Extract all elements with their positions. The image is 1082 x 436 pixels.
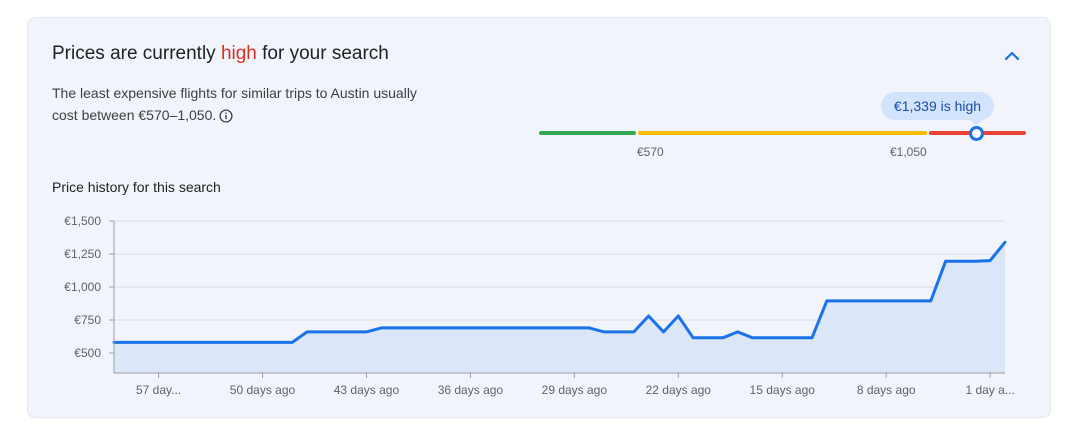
price-history-title: Price history for this search [52, 179, 221, 195]
y-tick-label: €750 [74, 313, 101, 327]
x-tick-label: 36 days ago [438, 383, 504, 397]
y-tick-label: €1,000 [64, 280, 101, 294]
x-tick-label: 50 days ago [230, 383, 296, 397]
x-tick-label: 15 days ago [750, 383, 816, 397]
x-tick-label: 29 days ago [542, 383, 608, 397]
title-suffix: for your search [256, 43, 389, 64]
y-tick-label: €1,250 [64, 247, 101, 261]
summary-range-text: cost between €570–1,050. [52, 107, 217, 123]
x-tick-label: 8 days ago [857, 383, 916, 397]
info-icon[interactable] [219, 109, 233, 123]
title-highlight: high [220, 43, 257, 64]
current-price-marker[interactable] [969, 126, 984, 141]
title-prefix: Prices are currently [52, 43, 221, 64]
summary-line-1: The least expensive flights for similar … [52, 85, 417, 101]
chevron-up-icon [1004, 51, 1020, 61]
y-tick-label: €500 [74, 346, 101, 360]
y-tick-label: €1,500 [64, 214, 101, 228]
price-history-chart: €500 €750 €1,000 €1,250 €1,500 57 day... 50 da… [64, 214, 1015, 397]
summary-line-2: cost between €570–1,050. [52, 104, 452, 126]
x-tick-label: 1 day a... [965, 383, 1014, 397]
price-summary: The least expensive flights for similar … [52, 82, 452, 126]
x-tick-label: 22 days ago [646, 383, 712, 397]
price-area [114, 242, 1005, 373]
x-tick-label: 57 day... [136, 383, 181, 397]
x-tick-label: 43 days ago [334, 383, 400, 397]
price-status-title: Prices are currently high for your searc… [52, 43, 389, 65]
collapse-button[interactable] [998, 42, 1026, 70]
